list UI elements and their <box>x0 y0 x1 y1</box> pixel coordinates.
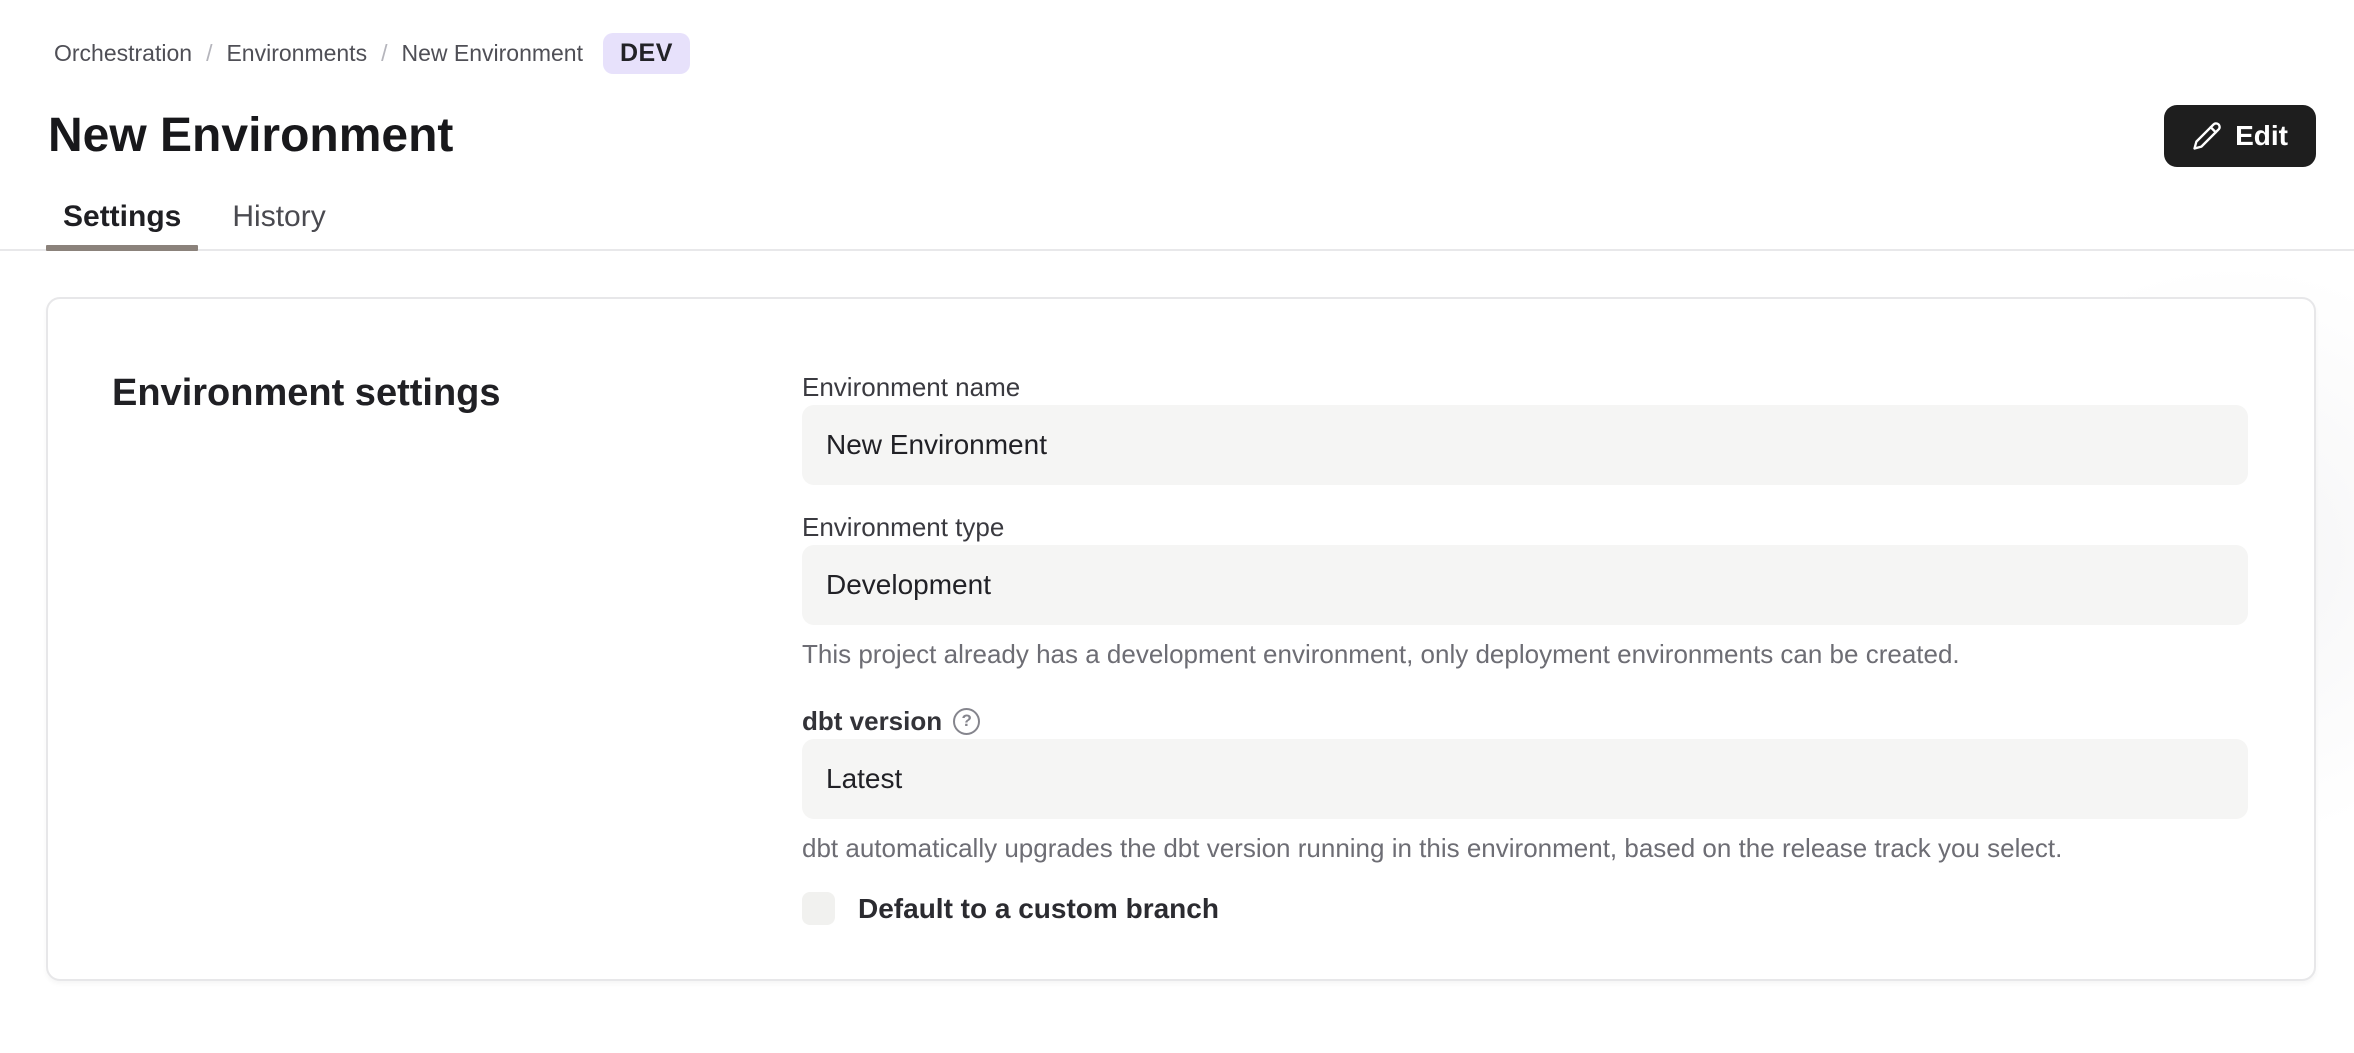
environment-settings-card: Environment settings Environment name En… <box>46 297 2316 981</box>
tab-bar: Settings History <box>0 199 2354 251</box>
environment-type-helper: This project already has a development e… <box>802 639 2248 670</box>
dbt-version-input[interactable] <box>802 739 2248 819</box>
field-environment-name: Environment name <box>802 371 2248 485</box>
breadcrumb-item-environments[interactable]: Environments <box>226 40 367 67</box>
custom-branch-checkbox[interactable] <box>802 892 835 925</box>
environment-type-label: Environment type <box>802 511 2248 543</box>
dbt-version-label: dbt version ? <box>802 705 2248 737</box>
question-circle-icon[interactable]: ? <box>953 708 980 735</box>
field-environment-type: Environment type This project already ha… <box>802 511 2248 670</box>
tab-settings[interactable]: Settings <box>46 199 198 249</box>
dbt-version-helper: dbt automatically upgrades the dbt versi… <box>802 833 2248 864</box>
environment-type-input[interactable] <box>802 545 2248 625</box>
card-heading: Environment settings <box>112 371 802 415</box>
pencil-icon <box>2192 121 2222 151</box>
edit-button-label: Edit <box>2235 120 2288 152</box>
field-dbt-version: dbt version ? dbt automatically upgrades… <box>802 705 2248 864</box>
edit-button[interactable]: Edit <box>2164 105 2316 167</box>
environment-name-label: Environment name <box>802 371 2248 403</box>
breadcrumb-separator: / <box>381 40 387 67</box>
page-header: New Environment Edit <box>46 104 2316 168</box>
breadcrumb: Orchestration / Environments / New Envir… <box>54 33 2308 74</box>
breadcrumb-item-new-environment[interactable]: New Environment <box>401 40 583 67</box>
card-heading-column: Environment settings <box>112 371 802 979</box>
custom-branch-label[interactable]: Default to a custom branch <box>858 893 1219 925</box>
breadcrumb-item-orchestration[interactable]: Orchestration <box>54 40 192 67</box>
tab-history[interactable]: History <box>215 199 342 249</box>
page-title: New Environment <box>46 104 453 168</box>
breadcrumb-separator: / <box>206 40 212 67</box>
environment-name-input[interactable] <box>802 405 2248 485</box>
environment-settings-form: Environment name Environment type This p… <box>802 371 2248 979</box>
dev-badge: DEV <box>603 33 690 74</box>
custom-branch-row: Default to a custom branch <box>802 892 2248 925</box>
